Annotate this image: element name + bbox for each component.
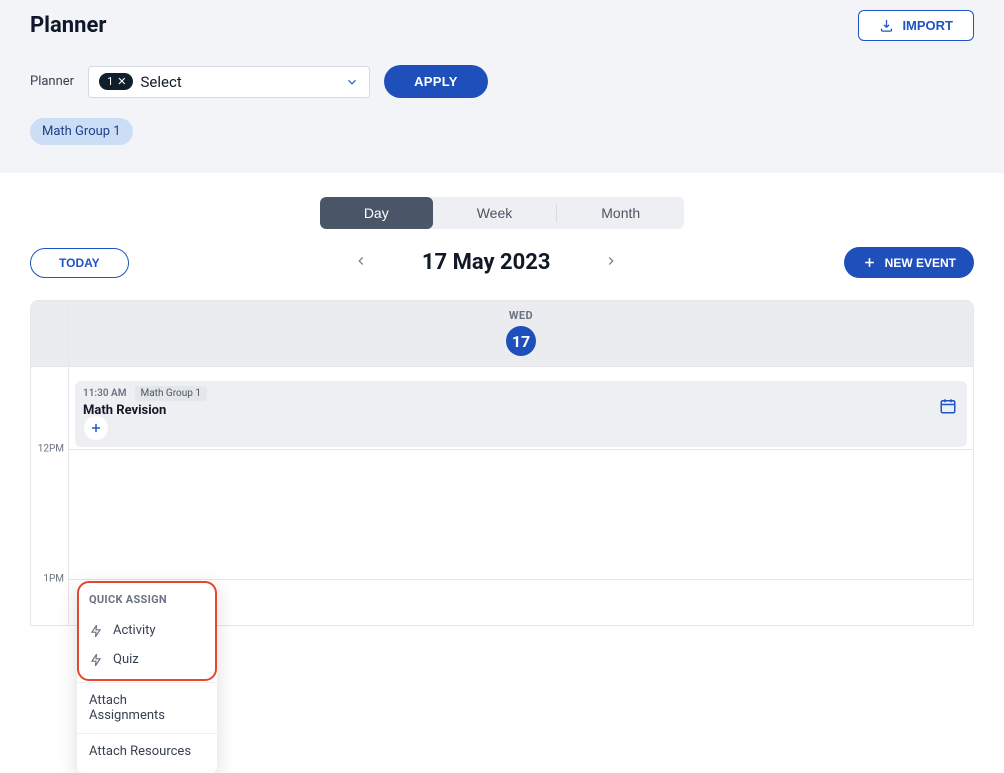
chevron-right-icon bbox=[604, 254, 618, 268]
calendar-grid: WED 17 12PM 1PM 11:30 AM Math Group 1 Ma… bbox=[30, 300, 974, 626]
attach-assignments-item[interactable]: Attach Assignments bbox=[77, 683, 217, 733]
download-icon bbox=[879, 18, 894, 33]
chevron-left-icon bbox=[354, 254, 368, 268]
lightning-icon bbox=[89, 624, 103, 638]
import-button[interactable]: IMPORT bbox=[858, 10, 974, 41]
view-day-tab[interactable]: Day bbox=[320, 197, 433, 229]
select-placeholder: Select bbox=[141, 73, 182, 91]
event-add-button[interactable] bbox=[83, 415, 109, 441]
planner-select[interactable]: 1 ✕ Select bbox=[88, 66, 370, 98]
calendar-event[interactable]: 11:30 AM Math Group 1 Math Revision bbox=[75, 381, 967, 447]
plus-icon bbox=[89, 421, 103, 435]
select-count-badge: 1 ✕ bbox=[99, 73, 132, 90]
current-date: 17 May 2023 bbox=[422, 250, 551, 275]
day-number: 17 bbox=[506, 326, 536, 356]
content-section: Day Week Month TODAY 17 May 2023 NEW EVE… bbox=[0, 173, 1004, 626]
chevron-down-icon bbox=[345, 75, 359, 89]
quick-assign-quiz[interactable]: Quiz bbox=[89, 645, 205, 674]
day-of-week: WED bbox=[69, 309, 973, 322]
event-title: Math Revision bbox=[83, 403, 959, 418]
popover-title: QUICK ASSIGN bbox=[89, 593, 205, 606]
quick-assign-popover: QUICK ASSIGN Activity Quiz Attach Assign… bbox=[77, 581, 217, 773]
event-time: 11:30 AM bbox=[83, 388, 127, 399]
view-toggle-group: Day Week Month bbox=[320, 197, 684, 229]
event-group-tag: Math Group 1 bbox=[135, 386, 207, 401]
page-title: Planner bbox=[30, 13, 106, 38]
header-section: Planner IMPORT Planner 1 ✕ Select APPLY … bbox=[0, 0, 1004, 173]
new-event-label: NEW EVENT bbox=[885, 256, 956, 270]
filter-chip[interactable]: Math Group 1 bbox=[30, 118, 133, 145]
attach-resources-item[interactable]: Attach Resources bbox=[77, 734, 217, 769]
apply-button[interactable]: APPLY bbox=[384, 65, 488, 98]
view-month-tab[interactable]: Month bbox=[557, 197, 684, 229]
new-event-button[interactable]: NEW EVENT bbox=[844, 247, 974, 278]
clear-selection-x[interactable]: ✕ bbox=[117, 75, 126, 88]
import-label: IMPORT bbox=[902, 18, 953, 33]
calendar-icon bbox=[939, 397, 957, 419]
view-week-tab[interactable]: Week bbox=[433, 197, 557, 229]
today-button[interactable]: TODAY bbox=[30, 248, 129, 278]
planner-filter-label: Planner bbox=[30, 74, 74, 89]
next-day-button[interactable] bbox=[604, 254, 618, 272]
quick-assign-activity[interactable]: Activity bbox=[89, 616, 205, 645]
time-label-1pm: 1PM bbox=[43, 574, 64, 585]
plus-icon bbox=[862, 255, 877, 270]
time-label-12pm: 12PM bbox=[38, 444, 64, 455]
prev-day-button[interactable] bbox=[354, 254, 368, 272]
lightning-icon bbox=[89, 653, 103, 667]
